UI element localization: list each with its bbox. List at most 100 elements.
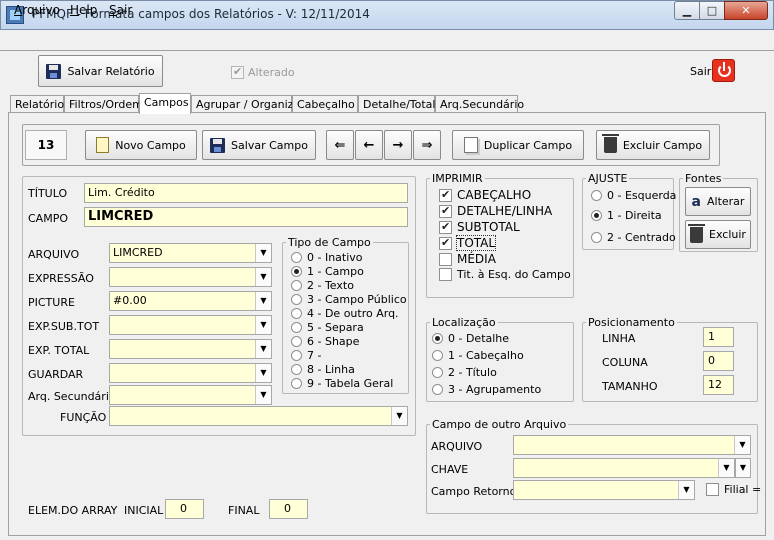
tab-campos[interactable]: Campos — [139, 93, 191, 114]
final-label: FINAL — [228, 504, 260, 517]
chave-extra-dropdown[interactable]: ▼ — [735, 458, 751, 478]
ajuste-option-1[interactable]: 1 - Direita — [591, 209, 662, 222]
imprimir-detalhe[interactable]: DETALHE/LINHA — [439, 204, 552, 218]
next-record-button[interactable]: → — [384, 130, 412, 160]
checkbox-icon — [706, 483, 719, 496]
radio-icon — [432, 350, 443, 361]
tipo-option-9[interactable]: 9 - Tabela Geral — [291, 377, 393, 390]
tab-relatorio[interactable]: Relatório — [10, 95, 64, 113]
outro-arquivo-select[interactable]: ▼ — [513, 435, 751, 455]
radio-icon — [591, 232, 602, 243]
font-alterar-button[interactable]: a Alterar — [685, 187, 751, 216]
tipo-option-5[interactable]: 5 - Separa — [291, 321, 364, 334]
new-field-button[interactable]: Novo Campo — [85, 130, 197, 160]
arquivo-select[interactable]: LIMCRED ▼ — [109, 243, 272, 263]
chevron-down-icon[interactable]: ▼ — [255, 268, 271, 286]
tipo-option-8[interactable]: 8 - Linha — [291, 363, 355, 376]
tab-arq-secundario[interactable]: Arq.Secundário — [435, 95, 524, 113]
tipo-option-6[interactable]: 6 - Shape — [291, 335, 359, 348]
prev-record-button[interactable]: ← — [355, 130, 383, 160]
exptotal-label: EXP. TOTAL — [28, 344, 90, 357]
filial-checkbox[interactable]: Filial = — [706, 483, 761, 496]
tipo-option-7[interactable]: 7 - — [291, 349, 321, 362]
arquivo-label: ARQUIVO — [28, 248, 80, 261]
imprimir-tit-esq[interactable]: Tit. à Esq. do Campo — [439, 268, 571, 281]
chevron-down-icon[interactable]: ▼ — [255, 364, 271, 382]
checkbox-icon — [439, 204, 452, 218]
chevron-down-icon[interactable]: ▼ — [718, 459, 734, 477]
tipo-option-1[interactable]: 1 - Campo — [291, 265, 364, 278]
tab-cabecalho[interactable]: Cabeçalho — [292, 95, 358, 113]
last-record-button[interactable]: ⇒ — [413, 130, 441, 160]
imprimir-media[interactable]: MÉDIA — [439, 252, 496, 266]
menu-help[interactable]: Help — [70, 3, 97, 17]
funcao-select[interactable]: ▼ — [109, 406, 408, 426]
minimize-button[interactable]: ▁ — [674, 1, 700, 20]
picture-label: PICTURE — [28, 296, 75, 309]
chevron-down-icon[interactable]: ▼ — [255, 244, 271, 262]
localizacao-option-1[interactable]: 1 - Cabeçalho — [432, 349, 524, 362]
maximize-button[interactable]: □ — [699, 1, 725, 20]
localizacao-option-0[interactable]: 0 - Detalhe — [432, 332, 509, 345]
chevron-down-icon[interactable]: ▼ — [734, 436, 750, 454]
ajuste-option-2[interactable]: 2 - Centrado — [591, 231, 676, 244]
titulo-input[interactable]: Lim. Crédito — [84, 183, 408, 203]
localizacao-option-3[interactable]: 3 - Agrupamento — [432, 383, 541, 396]
chevron-down-icon[interactable]: ▼ — [255, 340, 271, 358]
first-record-button[interactable]: ⇐ — [326, 130, 354, 160]
localizacao-option-2[interactable]: 2 - Título — [432, 366, 497, 379]
imprimir-total[interactable]: TOTAL — [439, 235, 497, 251]
power-icon[interactable] — [712, 59, 735, 82]
radio-icon — [432, 384, 443, 395]
chave-select[interactable]: ▼ — [513, 458, 735, 478]
tipo-option-label: 2 - Texto — [307, 279, 354, 292]
tab-agrupar-organizar[interactable]: Agrupar / Organizar — [191, 95, 305, 113]
tipo-option-label: 3 - Campo Público — [307, 293, 407, 306]
radio-icon — [291, 280, 302, 291]
imprimir-cabecalho[interactable]: CABEÇALHO — [439, 188, 531, 202]
menu-sair[interactable]: Sair — [109, 3, 132, 17]
arqsec-select[interactable]: ▼ — [109, 385, 272, 405]
campo-input[interactable]: LIMCRED — [84, 207, 408, 227]
radio-icon — [291, 308, 302, 319]
save-report-button[interactable]: Salvar Relatório — [38, 55, 163, 87]
tab-detalhe-total[interactable]: Detalhe/Total — [358, 95, 435, 113]
chevron-down-icon[interactable]: ▼ — [678, 481, 694, 499]
tipo-option-4[interactable]: 4 - De outro Arq. — [291, 307, 399, 320]
tipo-option-0[interactable]: 0 - Inativo — [291, 251, 363, 264]
save-field-button[interactable]: Salvar Campo — [202, 130, 316, 160]
duplicate-field-button[interactable]: Duplicar Campo — [452, 130, 584, 160]
checkbox-icon — [439, 188, 452, 202]
campo-retorno-select[interactable]: ▼ — [513, 480, 695, 500]
guardar-select[interactable]: ▼ — [109, 363, 272, 383]
chevron-down-icon[interactable]: ▼ — [391, 407, 407, 425]
close-button[interactable]: ✕ — [724, 1, 768, 20]
tipo-option-2[interactable]: 2 - Texto — [291, 279, 354, 292]
outro-arquivo-legend: Campo de outro Arquivo — [432, 418, 567, 431]
tipo-option-label: 8 - Linha — [307, 363, 355, 376]
expressao-select[interactable]: ▼ — [109, 267, 272, 287]
expsubtot-select[interactable]: ▼ — [109, 315, 272, 335]
trash-icon — [601, 134, 619, 153]
chevron-down-icon[interactable]: ▼ — [255, 316, 271, 334]
menu-arquivo[interactable]: Arquivo — [14, 3, 60, 17]
tab-filtros-ordem[interactable]: Filtros/Ordem — [64, 95, 143, 113]
tamanho-input[interactable]: 12 — [703, 375, 734, 395]
localizacao-option-label: 3 - Agrupamento — [448, 383, 542, 396]
delete-field-button[interactable]: Excluir Campo — [596, 130, 710, 160]
ajuste-option-0[interactable]: 0 - Esquerda — [591, 189, 676, 202]
guardar-label: GUARDAR — [28, 368, 84, 381]
final-input[interactable]: 0 — [269, 499, 308, 519]
new-field-label: Novo Campo — [115, 138, 186, 152]
inicial-input[interactable]: 0 — [165, 499, 204, 519]
picture-select[interactable]: #0.00 ▼ — [109, 291, 272, 311]
chevron-down-icon[interactable]: ▼ — [255, 386, 271, 404]
imprimir-subtotal[interactable]: SUBTOTAL — [439, 220, 520, 234]
chevron-down-icon[interactable]: ▼ — [255, 292, 271, 310]
tipo-option-label: 7 - — [307, 349, 322, 362]
tipo-option-3[interactable]: 3 - Campo Público — [291, 293, 407, 306]
exptotal-select[interactable]: ▼ — [109, 339, 272, 359]
coluna-input[interactable]: 0 — [703, 351, 734, 371]
font-excluir-button[interactable]: Excluir — [685, 220, 751, 249]
linha-input[interactable]: 1 — [703, 327, 734, 347]
